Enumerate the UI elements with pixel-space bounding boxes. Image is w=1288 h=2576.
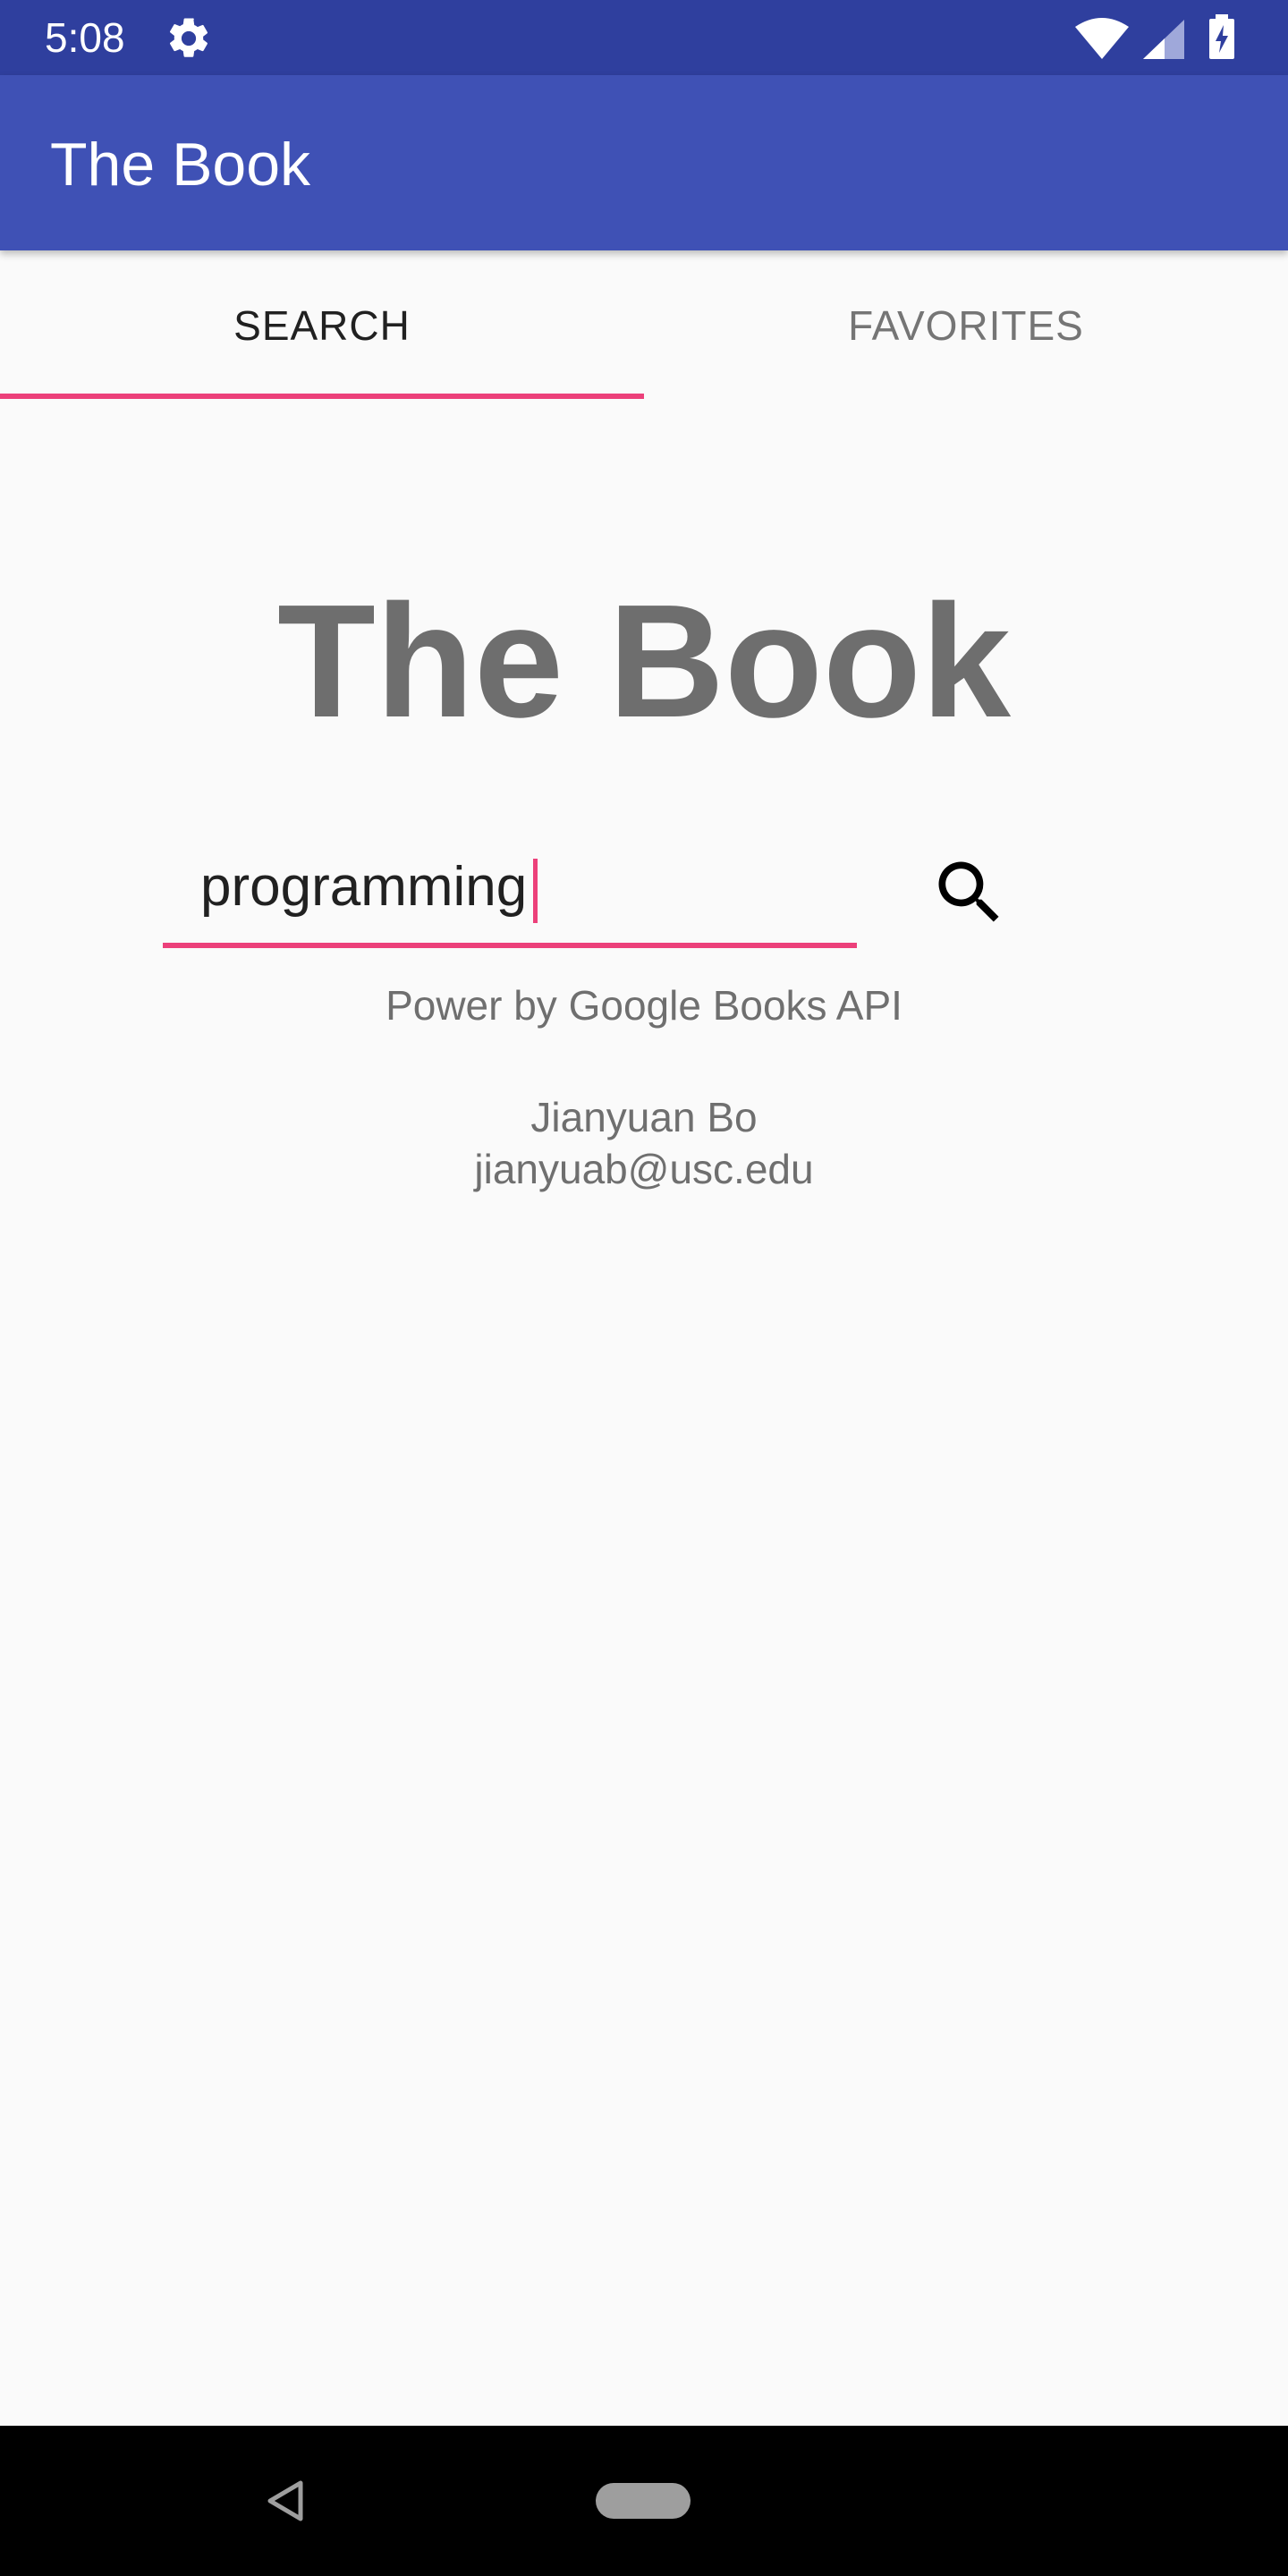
author-name: Jianyuan Bo bbox=[530, 1094, 758, 1140]
status-bar: 5:08 bbox=[0, 0, 1288, 75]
battery-icon bbox=[1209, 14, 1234, 59]
tab-bar: SEARCH FAVORITES bbox=[0, 250, 1288, 401]
author-email: jianyuab@usc.edu bbox=[474, 1146, 814, 1192]
navigation-bar bbox=[0, 2426, 1288, 2576]
back-icon[interactable] bbox=[261, 2476, 311, 2526]
signal-icon bbox=[1143, 20, 1184, 59]
search-field bbox=[163, 832, 857, 948]
app-bar: The Book bbox=[0, 75, 1288, 250]
app-title: The Book bbox=[50, 131, 311, 199]
powered-by-text: Power by Google Books API bbox=[386, 982, 902, 1029]
search-input[interactable] bbox=[163, 832, 857, 941]
wifi-icon bbox=[1075, 18, 1129, 59]
text-cursor bbox=[533, 859, 538, 923]
search-button[interactable] bbox=[921, 844, 1018, 941]
tab-search[interactable]: SEARCH bbox=[0, 250, 644, 401]
search-icon bbox=[938, 861, 999, 922]
home-icon[interactable] bbox=[596, 2483, 691, 2519]
hero-title: The Book bbox=[276, 572, 1012, 751]
status-time: 5:08 bbox=[45, 14, 125, 61]
search-underline bbox=[163, 943, 857, 948]
tab-indicator bbox=[0, 394, 644, 399]
gear-icon bbox=[169, 18, 208, 57]
tab-favorites[interactable]: FAVORITES bbox=[644, 250, 1288, 401]
